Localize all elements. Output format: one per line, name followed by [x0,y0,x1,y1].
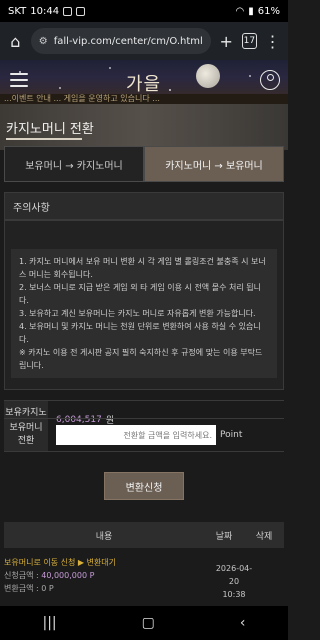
history-date: 2026-04-20 10:38 [214,562,254,601]
signal-icon: ▮ [248,5,254,17]
address-bar[interactable]: ⚙ fall-vip.com/center/cm/O.html [30,28,211,54]
notice-line: 1. 카지노 머니에서 보유 머니 변환 시 각 게임 별 롤링조건 불충족 시… [19,257,266,279]
column-delete: 삭제 [255,531,273,542]
notice-box: 1. 카지노 머니에서 보유 머니 변환 시 각 게임 별 롤링조건 불충족 시… [4,220,284,390]
battery-label: 61% [257,5,280,17]
tab-casino-to-holding[interactable]: 카지노머니 → 보유머니 [144,146,284,182]
notice-line: ※ 카지노 이용 전 게시판 공지 필히 숙지하신 후 규정에 맞는 이용 부탁… [19,348,263,370]
history-date-time: 10:38 [222,590,246,599]
submit-conversion-button[interactable]: 변환신청 [104,472,184,500]
convert-row: 보유머니 전환 Point [4,418,284,452]
site-header: 가을 ...이벤트 안내 ... 게임을 운영하고 있습니다 ... [0,60,288,104]
tab-holding-to-casino[interactable]: 보유머니 → 카지노머니 [4,146,144,182]
notice-line: 4. 보유머니 및 카지노 머니는 천원 단위로 변환하여 사용 하실 수 있습… [19,322,261,344]
convert-amount-value: 0 P [41,584,54,593]
wifi-icon: ◠ [235,5,245,17]
url-text: fall-vip.com/center/cm/O.html [53,35,203,47]
conversion-tabs: 보유머니 → 카지노머니 카지노머니 → 보유머니 [4,146,284,182]
user-icon[interactable] [260,70,280,90]
page-title-bar: 카지노머니 전환 [0,104,288,150]
column-content: 내용 [95,531,113,542]
notice-marquee: ...이벤트 안내 ... 게임을 운영하고 있습니다 ... [0,94,288,104]
convert-unit: Point [220,430,243,440]
home-icon[interactable]: ⌂ [6,30,25,52]
history-table-header: 내용 날짜 삭제 [4,522,284,548]
convert-amount-label: 변환금액 : [4,584,42,593]
plus-icon[interactable]: + [217,30,236,52]
home-nav-icon[interactable]: ▢ [142,615,155,631]
page-title: 카지노머니 전환 [6,122,94,137]
system-nav-bar: ||| ▢ ‹ [0,606,288,640]
history-request-line: 신청금액 : 40,000,000 P [4,569,116,582]
recents-icon[interactable]: ||| [43,615,57,631]
convert-label: 보유머니 전환 [4,419,48,451]
column-date: 날짜 [215,531,233,542]
history-status: 보유머니로 이동 신청 ▶ 변환대기 [4,558,117,567]
history-convert-line: 변환금액 : 0 P [4,582,116,595]
request-value: 40,000,000 P [41,571,95,580]
notification-icon [63,6,73,16]
notification-icon-2 [76,6,86,16]
history-date-day: 2026-04-20 [215,564,253,586]
table-row: 보유머니로 이동 신청 ▶ 변환대기 신청금액 : 40,000,000 P 변… [4,550,284,604]
back-icon[interactable]: ‹ [240,615,246,631]
request-label: 신청금액 : [4,571,42,580]
site-logo[interactable]: 가을 [126,70,161,96]
hamburger-icon[interactable] [10,73,28,87]
tab-switcher-button[interactable]: 17 [241,33,258,49]
carrier-label: SKT [8,5,27,17]
browser-toolbar: ⌂ ⚙ fall-vip.com/center/cm/O.html + 17 ⋮ [0,22,288,60]
notice-header: 주의사항 [4,192,284,220]
status-bar: SKT 10:44 ◠ ▮ 61% [0,0,288,22]
clock: 10:44 [30,5,60,17]
site-info-icon[interactable]: ⚙ [39,36,48,47]
notice-content: 1. 카지노 머니에서 보유 머니 변환 시 각 게임 별 롤링조건 불충족 시… [11,249,277,378]
convert-amount-input[interactable] [56,425,216,445]
more-vert-icon[interactable]: ⋮ [263,30,282,52]
notice-line: 3. 보유하고 계신 보유머니는 카지노 머니로 자유롭게 변환 가능합니다. [19,309,256,318]
moon-graphic [196,64,220,88]
notice-line: 2. 보너스 머니로 지급 받은 게임 외 타 게임 이용 시 전액 몰수 처리… [19,283,261,305]
title-underline [6,138,82,140]
convert-value-cell: Point [48,419,284,451]
history-description: 보유머니로 이동 신청 ▶ 변환대기 신청금액 : 40,000,000 P 변… [4,556,116,595]
